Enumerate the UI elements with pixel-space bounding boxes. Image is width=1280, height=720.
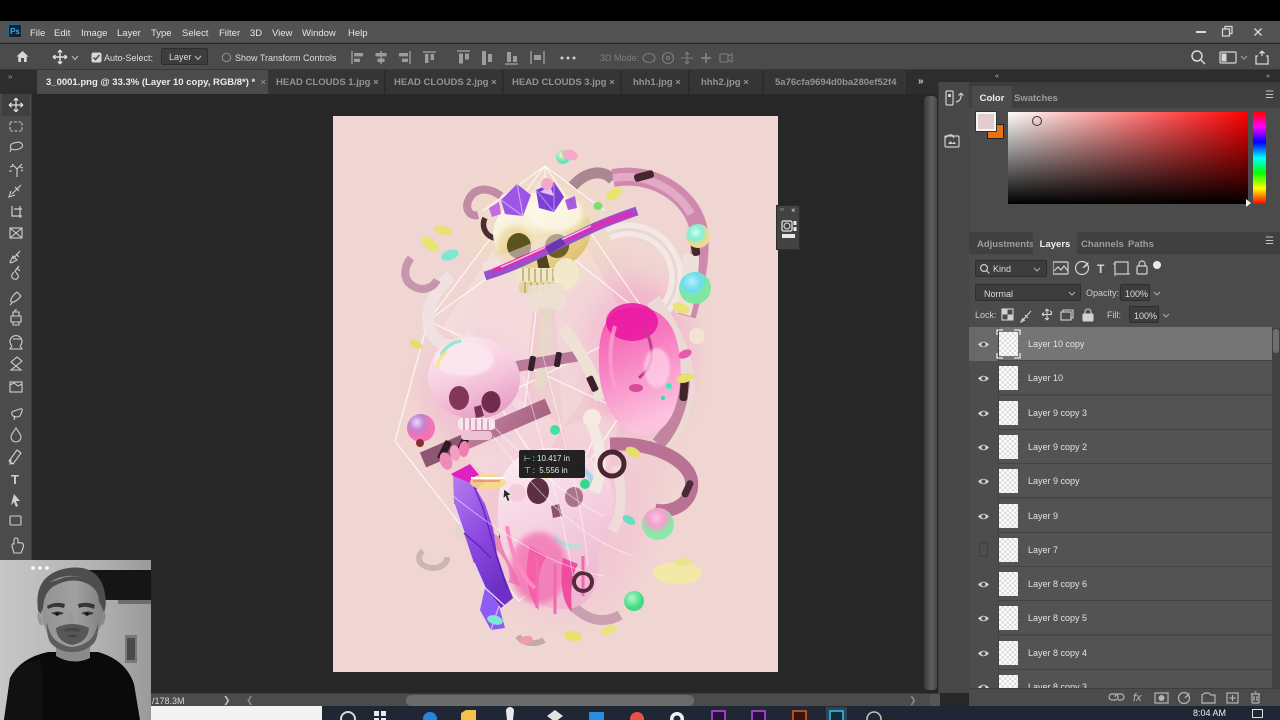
svg-text:T: T — [11, 472, 19, 487]
svg-text:T: T — [1097, 262, 1105, 276]
svg-text:⊤ : 5.556 in: ⊤ : 5.556 in — [524, 466, 568, 475]
svg-text:⊢ : 10.417 in: ⊢ : 10.417 in — [524, 454, 570, 463]
svg-text:fx: fx — [1133, 692, 1142, 704]
svg-text:3D Mode:: 3D Mode: — [600, 53, 639, 63]
